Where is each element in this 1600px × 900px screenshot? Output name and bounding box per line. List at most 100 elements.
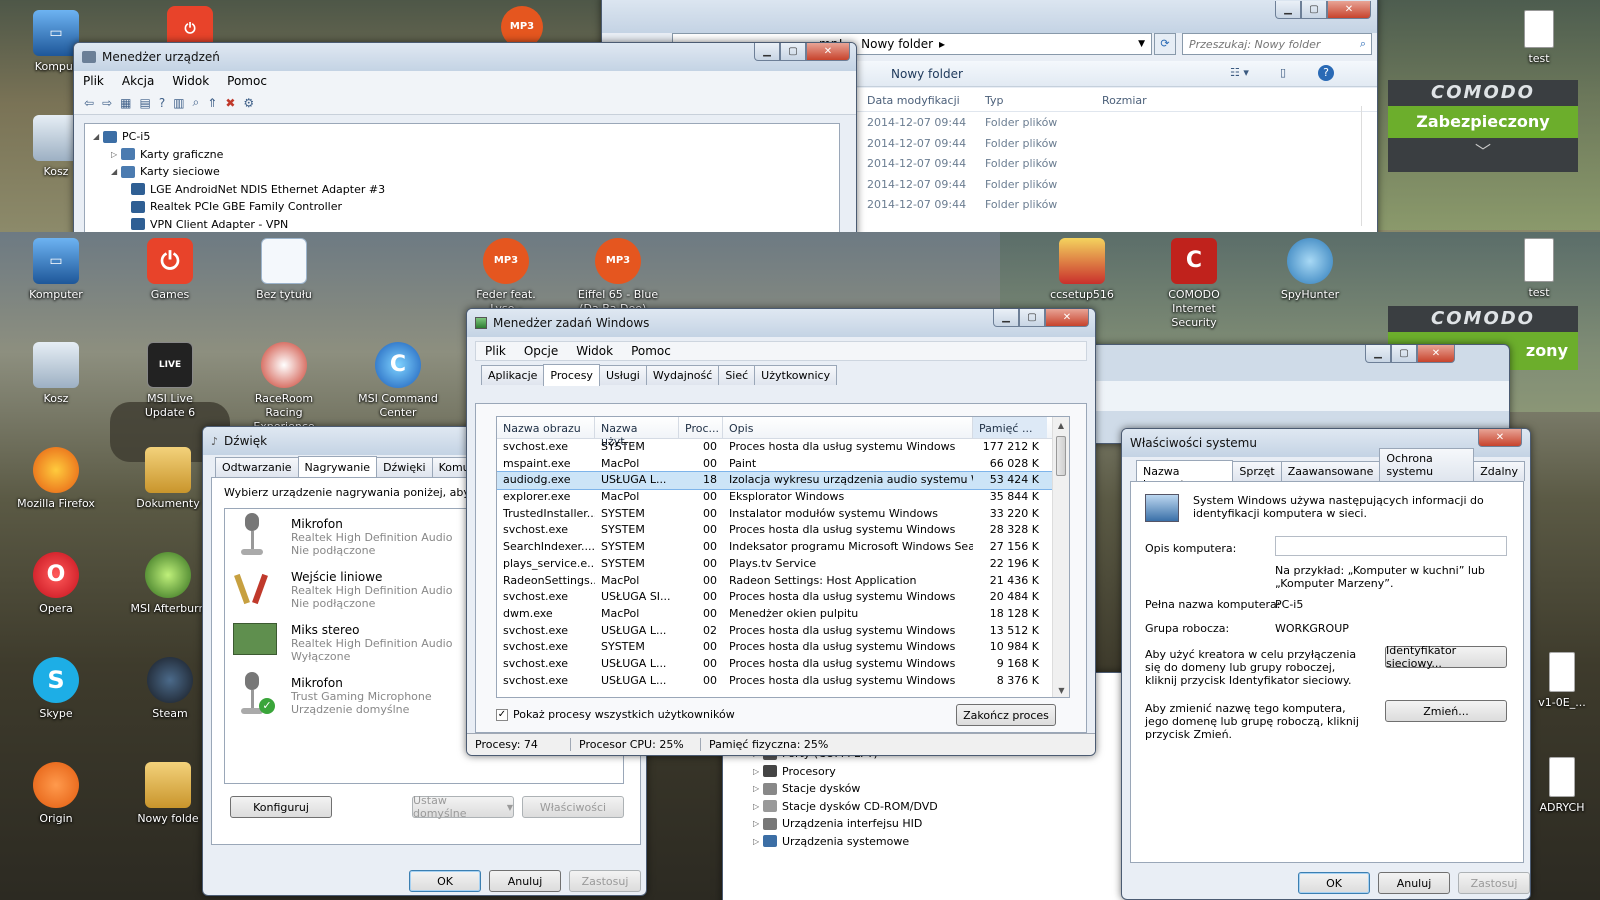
set-default-button[interactable]: Ustaw domyślne ▼	[412, 794, 514, 820]
desktop-icon-origin[interactable]: Origin	[14, 762, 98, 826]
process-row[interactable]: svchost.exe SYSTEM 00 Proces hosta dla usłu…	[497, 522, 1069, 539]
expand-icon[interactable]: ▷	[753, 819, 763, 828]
apply-button[interactable]: Zastosuj	[1458, 872, 1530, 894]
desktop-icon-comodo[interactable]: C COMODO Internet Security	[1152, 238, 1236, 330]
tab-advanced[interactable]: Zaawansowane	[1280, 461, 1381, 481]
tree-node[interactable]: ▷ Urządzenia systemowe	[753, 833, 938, 851]
desktop-icon-bez-tytulu[interactable]: Bez tytułu	[242, 238, 326, 302]
process-row[interactable]: TrustedInstaller.... SYSTEM 00 Instalator m…	[497, 506, 1069, 523]
desktop-icon-mp3-top[interactable]: MP3	[480, 6, 564, 48]
desktop-icon-test[interactable]: test	[1497, 238, 1581, 300]
preview-pane-icon[interactable]: ▯	[1280, 66, 1286, 79]
tab-networking[interactable]: Sieć	[718, 365, 756, 385]
ok-button[interactable]: OK	[409, 870, 481, 892]
tree-node[interactable]: ▷ Procesory	[753, 763, 938, 781]
tab-playback[interactable]: Odtwarzanie	[215, 457, 299, 477]
expand-icon[interactable]: ▷	[753, 837, 763, 846]
close-icon[interactable]: ✕	[1478, 429, 1522, 447]
minimize-icon[interactable]: ▁	[993, 309, 1019, 327]
desktop-icon-spyhunter[interactable]: SpyHunter	[1268, 238, 1352, 302]
column-image-name[interactable]: Nazwa obrazu	[497, 417, 595, 438]
process-row[interactable]: explorer.exe MacPol 00 Eksplorator Windows 3…	[497, 489, 1069, 506]
scroll-down-arrow-icon[interactable]: ▼	[1053, 682, 1069, 697]
menu-help[interactable]: Pomoc	[622, 344, 680, 358]
end-process-button[interactable]: Zakończ proces	[956, 704, 1056, 726]
expand-icon[interactable]: ▷	[753, 767, 763, 776]
tree-node[interactable]: VPN Client Adapter - VPN	[93, 216, 831, 233]
process-row[interactable]: svchost.exe USŁUGA L... 00 Proces hosta dla…	[497, 656, 1069, 673]
process-row[interactable]: svchost.exe SYSTEM 00 Proces hosta dla usłu…	[497, 439, 1069, 456]
tab-services[interactable]: Usługi	[598, 365, 647, 385]
desktop-icon-firefox[interactable]: Mozilla Firefox	[14, 447, 98, 511]
tab-users[interactable]: Użytkownicy	[754, 365, 838, 385]
tree-node[interactable]: ▷ Karty graficzne	[93, 146, 831, 164]
enable-device-icon[interactable]: ⚙	[243, 96, 254, 110]
menu-view[interactable]: Widok	[163, 74, 218, 88]
list-icon[interactable]: ▤	[139, 96, 150, 110]
desktop-icon-skype[interactable]: S Skype	[14, 657, 98, 721]
search-input[interactable]	[1189, 37, 1339, 51]
tab-sounds[interactable]: Dźwięki	[376, 457, 433, 477]
tree-node[interactable]: LGE AndroidNet NDIS Ethernet Adapter #3	[93, 181, 831, 199]
tab-system-protection[interactable]: Ochrona systemu	[1379, 448, 1475, 481]
desktop-icon-recycle[interactable]: Kosz	[14, 342, 98, 406]
close-icon[interactable]: ✕	[1417, 345, 1455, 363]
column-header[interactable]: Typ	[985, 94, 1004, 107]
column-header[interactable]: Data modyfikacji	[867, 94, 960, 107]
tree-node[interactable]: Realtek PCIe GBE Family Controller	[93, 198, 831, 216]
back-arrow-icon[interactable]: ⇦	[84, 96, 94, 110]
desktop-icon-v1[interactable]: v1-0E_...	[1526, 652, 1598, 710]
process-row[interactable]: plays_service.e... SYSTEM 00 Plays.tv Servi…	[497, 556, 1069, 573]
menu-options[interactable]: Opcje	[515, 344, 567, 358]
maximize-icon[interactable]: ▢	[1391, 345, 1417, 363]
vertical-scrollbar[interactable]: ▲ ▼	[1052, 417, 1069, 697]
column-cpu[interactable]: Proc...	[679, 417, 723, 438]
scan-hardware-icon[interactable]: ⌕	[193, 95, 200, 110]
breadcrumb-item[interactable]: Nowy folder	[861, 37, 933, 51]
minimize-icon[interactable]: ▁	[1365, 345, 1391, 363]
tree-node[interactable]: ▷ Stacje dysków	[753, 780, 938, 798]
desktop-icon-mp3-eiffel[interactable]: MP3 Eiffel 65 - Blue (Da Ba Dee)...	[576, 238, 660, 310]
properties-icon[interactable]: ▦	[120, 96, 131, 110]
search-box[interactable]: ⌕	[1182, 33, 1372, 55]
desktop-icon-steam[interactable]: Steam	[128, 657, 212, 721]
cancel-button[interactable]: Anuluj	[1378, 872, 1450, 894]
process-row[interactable]: audiodg.exe USŁUGA L... 18 Izolacja wykresu…	[497, 471, 1069, 491]
uninstall-icon[interactable]: ✖	[225, 96, 235, 110]
desktop-icon-games[interactable]: ⏻ Games	[128, 238, 212, 302]
menu-view[interactable]: Widok	[567, 344, 622, 358]
column-header[interactable]: Rozmiar	[1102, 94, 1147, 107]
chevron-down-icon[interactable]: ▼	[1138, 39, 1145, 49]
tree-node[interactable]: ▷ Stacje dysków CD-ROM/DVD	[753, 798, 938, 816]
desktop-icon-dokumenty[interactable]: Dokumenty	[128, 447, 208, 511]
properties-button[interactable]: Właściwości	[522, 796, 624, 818]
close-icon[interactable]: ✕	[806, 43, 850, 61]
comodo-widget-top[interactable]: COMODO Zabezpieczony ﹀	[1388, 80, 1578, 172]
desktop-icon-games-top[interactable]: ⏻	[148, 6, 232, 52]
process-row[interactable]: mspaint.exe MacPol 00 Paint 66 028 K	[497, 456, 1069, 473]
menu-file[interactable]: Plik	[74, 74, 113, 88]
show-all-processes[interactable]: ✓ Pokaż procesy wszystkich użytkowników	[496, 708, 735, 721]
view-options-icon[interactable]: ☷ ▾	[1230, 66, 1249, 79]
expand-icon[interactable]: ▷	[753, 802, 763, 811]
maximize-icon[interactable]: ▢	[780, 43, 806, 61]
tab-recording[interactable]: Nagrywanie	[297, 456, 378, 478]
process-row[interactable]: SearchIndexer.... SYSTEM 00 Indeksator prog…	[497, 539, 1069, 556]
tab-performance[interactable]: Wydajność	[645, 365, 720, 385]
expand-icon[interactable]: ▷	[111, 150, 121, 159]
forward-arrow-icon[interactable]: ⇨	[102, 96, 112, 110]
process-row[interactable]: svchost.exe SYSTEM 00 Proces hosta dla usłu…	[497, 639, 1069, 656]
menu-help[interactable]: Pomoc	[218, 74, 276, 88]
tab-computer-name[interactable]: Nazwa komputera	[1136, 460, 1234, 491]
chevron-down-icon[interactable]: ▼	[507, 803, 513, 812]
desktop-icon-mp3-feder[interactable]: MP3 Feder feat. Lyse - Goodbye (Rad...	[464, 238, 548, 310]
desktop-icon-test-top[interactable]: test	[1497, 10, 1581, 66]
tab-applications[interactable]: Aplikacje	[481, 365, 545, 385]
scrollbar-thumb[interactable]	[1056, 436, 1066, 476]
tab-processes[interactable]: Procesy	[543, 364, 600, 386]
network-id-button[interactable]: Identyfikator sieciowy...	[1385, 644, 1507, 670]
apply-button[interactable]: Zastosuj	[569, 870, 641, 892]
computer-description-input[interactable]	[1275, 536, 1507, 556]
desktop-icon-msi-command[interactable]: C MSI Command Center	[356, 342, 440, 420]
refresh-icon[interactable]: ⟳	[1154, 33, 1176, 55]
